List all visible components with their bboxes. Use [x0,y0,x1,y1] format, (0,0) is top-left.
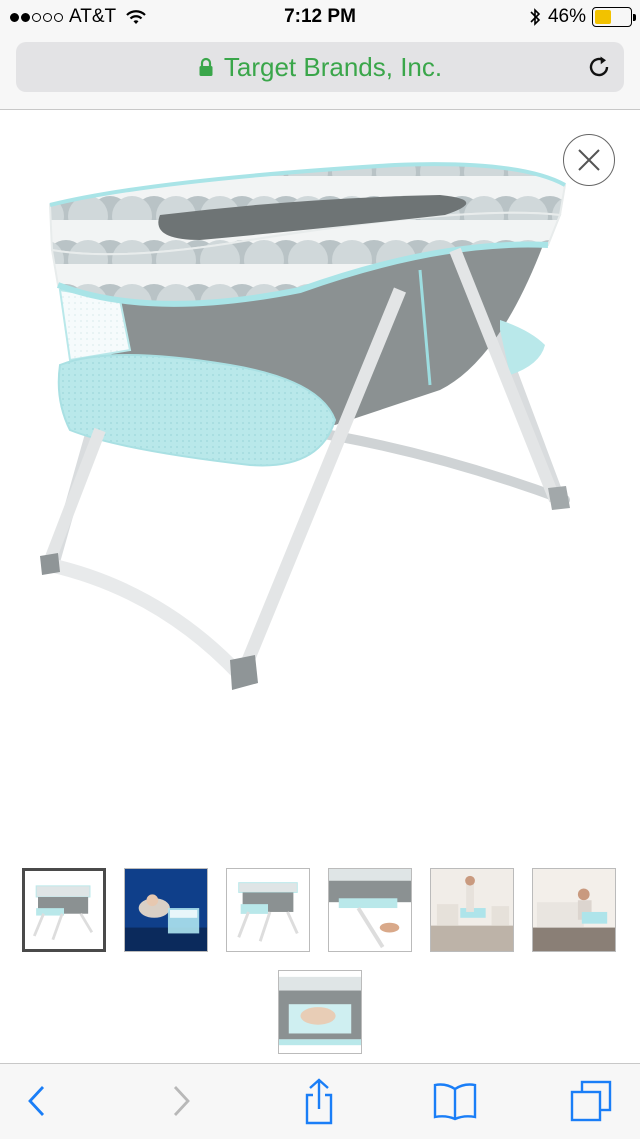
browser-toolbar [0,1063,640,1139]
status-right: 46% [528,6,636,28]
thumbnail-image [227,869,309,951]
battery-fill [595,10,611,24]
tabs-button[interactable] [566,1076,616,1126]
back-icon [28,1086,45,1116]
thumbnail-baby-detail[interactable] [278,970,362,1054]
address-bar[interactable]: Target Brands, Inc. [16,42,624,92]
thumbnail-image [25,871,103,949]
battery-icon [592,7,636,27]
thumbnail-image [279,971,361,1053]
address-content: Target Brands, Inc. [16,42,624,92]
bluetooth-icon [530,8,541,26]
forward-icon [173,1086,190,1116]
status-bar: AT&T 7:12 PM 46% [0,0,640,36]
thumbnail-couch-scene[interactable] [532,868,616,952]
thumbnail-fold-detail[interactable] [328,868,412,952]
product-image [40,162,570,690]
thumbnail-bassinet-angle[interactable] [226,868,310,952]
thumbnail-image [329,869,411,951]
thumbnail-bassinet-front[interactable] [22,868,106,952]
bookmarks-button[interactable] [430,1076,480,1126]
close-gallery-button[interactable] [563,134,615,186]
tabs-icon [570,1080,612,1122]
forward-button[interactable] [156,1076,206,1126]
thumbnail-image [431,869,513,951]
bassinet-illustration [40,162,570,690]
lock-icon [199,57,213,76]
share-button[interactable] [294,1076,344,1126]
close-icon [578,149,600,171]
browser-address-area: Target Brands, Inc. [0,36,640,110]
thumbnail-room-scene[interactable] [430,868,514,952]
bookmarks-icon [433,1083,477,1121]
site-title: Target Brands, Inc. [223,51,443,82]
thumbnail-night-scene[interactable] [124,868,208,952]
reload-icon[interactable] [586,54,612,80]
thumbnail-image [125,869,207,951]
battery-percent: 46% [547,6,586,27]
back-button[interactable] [12,1076,62,1126]
share-icon [305,1078,333,1125]
thumbnail-image [533,869,615,951]
